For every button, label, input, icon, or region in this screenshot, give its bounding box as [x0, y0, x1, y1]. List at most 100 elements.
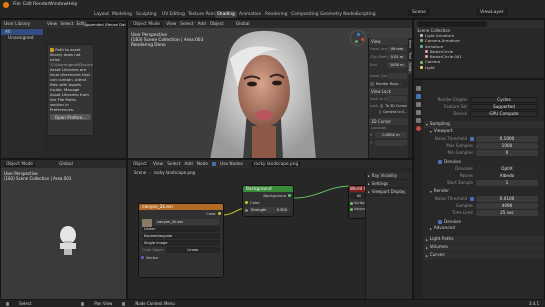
tab-geometry-nodes[interactable]: Geometry Nodes — [318, 11, 359, 18]
image-datablock-field[interactable]: canyon_2k.exr — [155, 219, 219, 225]
viewport-gizmo[interactable] — [350, 30, 366, 46]
main-viewport[interactable]: Object Mode View Select Add Object Globa… — [127, 19, 413, 159]
clip-end-field[interactable]: 1000 m — [386, 62, 407, 68]
tree-item-unassigned[interactable]: Unassigned — [1, 35, 43, 41]
section-view[interactable]: View — [369, 38, 408, 45]
small-viewport[interactable]: Object Mode Global User Perspective (183… — [0, 159, 127, 300]
view-layer-selector[interactable]: ViewLayer — [476, 9, 508, 16]
noise-threshold-checkbox[interactable] — [470, 136, 474, 141]
library-selector[interactable]: User Library — [4, 22, 30, 27]
world-tab-icon[interactable] — [416, 126, 421, 131]
shader-editor[interactable]: Object View Select Add Node Use Nodes ro… — [127, 159, 413, 300]
outliner-search-input[interactable] — [417, 21, 487, 27]
tab-modeling[interactable]: Modeling — [110, 11, 134, 18]
menu-view[interactable]: View — [166, 22, 176, 27]
denoise-viewport-row[interactable]: Denoise — [424, 158, 544, 165]
tab-uv-editing[interactable]: UV Editing — [160, 11, 187, 18]
tab-animation[interactable]: Animation — [237, 11, 263, 18]
open-preferences-button[interactable]: Open Prefere... — [50, 114, 91, 120]
source-dropdown[interactable]: Single Image — [142, 240, 220, 246]
menu-render[interactable]: Render — [33, 2, 49, 7]
render-tab-icon[interactable] — [416, 94, 421, 99]
small-transform-orientation[interactable]: Global — [59, 162, 73, 167]
section-viewport-display[interactable]: ▸ Viewport Display — [366, 188, 412, 196]
section-view-lock[interactable]: View Lock — [369, 88, 408, 95]
cursor-y-field[interactable] — [375, 140, 407, 146]
transform-orientation[interactable]: Global — [236, 22, 250, 27]
section-viewport[interactable]: ▾ Viewport — [424, 128, 544, 135]
tab-view[interactable]: View — [408, 61, 412, 74]
start-sample-field[interactable]: 1 — [476, 179, 538, 186]
surface-input-socket[interactable] — [350, 201, 353, 205]
render-noise-threshold-field[interactable]: 0.0100 — [476, 195, 538, 202]
tab-tool[interactable]: Tool — [408, 50, 412, 61]
render-engine-dropdown[interactable]: Cycles — [470, 96, 538, 103]
denoise-render-row[interactable]: Denoise — [424, 218, 544, 225]
tool-tab-icon[interactable] — [416, 86, 421, 91]
menu-file[interactable]: File — [13, 2, 21, 7]
scene-selector[interactable]: Scene — [408, 9, 431, 16]
output-tab-icon[interactable] — [416, 102, 421, 107]
section-curves[interactable]: ▸ Curves — [424, 252, 544, 259]
render-denoise-checkbox[interactable] — [438, 219, 442, 224]
denoiser-dropdown[interactable]: OptiX — [476, 165, 538, 172]
tab-sculpting[interactable]: Sculpting — [134, 11, 159, 18]
background-node[interactable]: Background Background Color Strength 0.50… — [242, 185, 294, 217]
section-render[interactable]: ▾ Render — [424, 188, 544, 195]
to-3d-cursor-checkbox[interactable] — [380, 104, 384, 108]
camera-to-view-checkbox[interactable] — [379, 110, 382, 114]
projection-dropdown[interactable]: Equirectangular — [142, 233, 220, 239]
object-mode-dropdown[interactable]: Object Mode — [131, 21, 163, 27]
volume-input-socket[interactable] — [350, 207, 353, 211]
render-region-checkbox[interactable] — [370, 82, 374, 86]
feature-set-dropdown[interactable]: Supported — [470, 103, 538, 110]
menu-add[interactable]: Add — [198, 22, 206, 27]
tab-rendering[interactable]: Rendering — [263, 11, 289, 18]
section-settings[interactable]: ▸ Settings — [366, 180, 412, 188]
menu-view[interactable]: View — [47, 22, 57, 27]
render-samples-field[interactable]: 4096 — [476, 202, 538, 209]
min-samples-field[interactable]: 0 — [476, 149, 538, 156]
scene-tab-icon[interactable] — [416, 118, 421, 123]
tab-shading[interactable]: Shading — [215, 11, 237, 18]
strength-input-socket[interactable] — [245, 208, 248, 212]
small-object-mode-dropdown[interactable]: Object Mode — [4, 161, 36, 167]
section-volumes[interactable]: ▸ Volumes — [424, 244, 544, 251]
max-samples-field[interactable]: 1000 — [476, 142, 538, 149]
strength-field[interactable]: Strength 0.500 — [249, 207, 289, 213]
view-layer-tab-icon[interactable] — [416, 110, 421, 115]
blender-logo-icon[interactable] — [3, 2, 9, 8]
denoise-checkbox[interactable] — [438, 159, 442, 164]
lock-to-object-field[interactable] — [387, 96, 407, 102]
vector-input-socket[interactable] — [141, 256, 144, 259]
interpolation-dropdown[interactable]: Linear — [142, 226, 220, 232]
section-ray-visibility[interactable]: ▸ Ray Visibility — [366, 172, 412, 180]
color-input-socket[interactable] — [245, 201, 248, 204]
tab-scripting[interactable]: Scripting — [354, 11, 378, 18]
color-output-socket[interactable] — [218, 212, 221, 215]
focal-length-field[interactable]: 49 mm — [387, 46, 407, 52]
tab-layout[interactable]: Layout — [92, 11, 111, 18]
menu-select[interactable]: Select — [60, 22, 73, 27]
tab-compositing[interactable]: Compositing — [289, 11, 321, 18]
menu-edit[interactable]: Edit — [23, 2, 32, 7]
device-dropdown[interactable]: GPU Compute — [470, 110, 538, 117]
tab-item[interactable]: Item — [408, 38, 412, 50]
tab-texture-paint[interactable]: Texture Paint — [186, 11, 218, 18]
passes-dropdown[interactable]: Albedo — [476, 172, 538, 179]
environment-texture-node[interactable]: canyon_2k.exr Color canyon_2k.exr Linear… — [138, 203, 224, 278]
section-3d-cursor[interactable]: 3D Cursor — [369, 118, 408, 125]
menu-object[interactable]: Object — [210, 22, 224, 27]
clip-start-field[interactable]: 0.01 m — [387, 54, 407, 60]
section-sampling[interactable]: ▾ Sampling — [424, 121, 544, 128]
color-space-dropdown[interactable]: Linear — [166, 247, 220, 253]
cursor-x-field[interactable]: 0.0002 m — [375, 132, 407, 138]
import-mode-select[interactable]: Appended (Reuse Data) — [84, 21, 126, 27]
section-advanced[interactable]: ▸ Advanced — [424, 225, 544, 232]
menu-window[interactable]: Window — [49, 2, 67, 7]
outliner-item[interactable]: Light — [420, 65, 544, 70]
time-limit-field[interactable]: 25 sec — [476, 209, 538, 216]
noise-threshold-field[interactable]: 0.1000 — [476, 135, 538, 142]
render-noise-threshold-checkbox[interactable] — [470, 196, 474, 201]
local-camera-field[interactable] — [387, 73, 407, 79]
